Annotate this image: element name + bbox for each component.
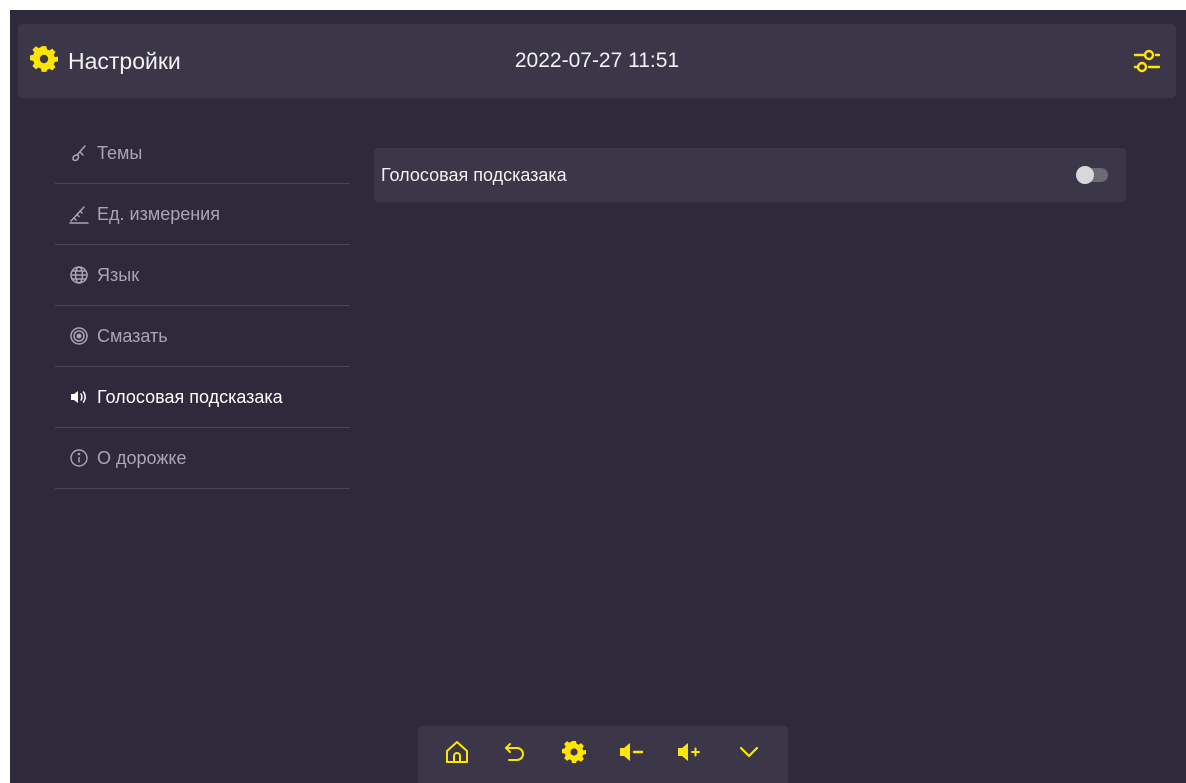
sidebar-item-label: Темы [97, 142, 143, 163]
page-title: Настройки [68, 47, 181, 74]
sidebar-item-about[interactable]: О дорожке [55, 428, 350, 489]
target-icon [69, 326, 89, 346]
expand-button[interactable] [732, 738, 766, 772]
datetime-display: 2022-07-27 11:51 [514, 49, 680, 72]
sidebar-item-language[interactable]: Язык [55, 245, 350, 306]
paint-icon [69, 143, 89, 163]
home-button[interactable] [440, 738, 474, 772]
chevron-down-icon [737, 740, 761, 769]
sidebar-item-voice-prompt[interactable]: Голосовая подсказака [55, 367, 350, 428]
gear-icon [30, 45, 58, 78]
home-icon [444, 739, 470, 770]
sidebar-item-themes[interactable]: Темы [55, 123, 350, 184]
sliders-icon[interactable] [1132, 46, 1162, 76]
sidebar-item-label: О дорожке [97, 447, 187, 468]
sidebar-item-label: Язык [97, 264, 140, 285]
bottom-nav-bar [418, 726, 788, 783]
gear-icon [561, 740, 586, 769]
speaker-icon [69, 387, 89, 407]
globe-icon [69, 265, 89, 285]
settings-button[interactable] [557, 738, 591, 772]
voice-prompt-toggle[interactable] [1076, 166, 1108, 184]
sidebar-item-label: Ед. измерения [97, 203, 220, 224]
volume-up-icon [676, 739, 704, 770]
voice-prompt-row: Голосовая подсказака [374, 148, 1126, 202]
screen: Настройки 2022-07-27 11:51 Темы Ед. изме… [10, 10, 1186, 783]
voice-prompt-label: Голосовая подсказака [381, 164, 567, 185]
toggle-knob [1076, 166, 1094, 184]
header-bar: Настройки 2022-07-27 11:51 [18, 24, 1176, 98]
back-button[interactable] [498, 738, 532, 772]
back-icon [502, 739, 528, 770]
volume-down-icon [618, 739, 646, 770]
sidebar-item-lubricate[interactable]: Смазать [55, 306, 350, 367]
sidebar-item-label: Голосовая подсказака [97, 386, 283, 407]
info-icon [69, 448, 89, 468]
volume-down-button[interactable] [615, 738, 649, 772]
header-title-group: Настройки [30, 24, 181, 98]
ruler-icon [69, 204, 89, 224]
volume-up-button[interactable] [673, 738, 707, 772]
sidebar-item-units[interactable]: Ед. измерения [55, 184, 350, 245]
sidebar-item-label: Смазать [97, 325, 168, 346]
sidebar: Темы Ед. измерения Язык Смазать Голосова… [55, 123, 350, 489]
